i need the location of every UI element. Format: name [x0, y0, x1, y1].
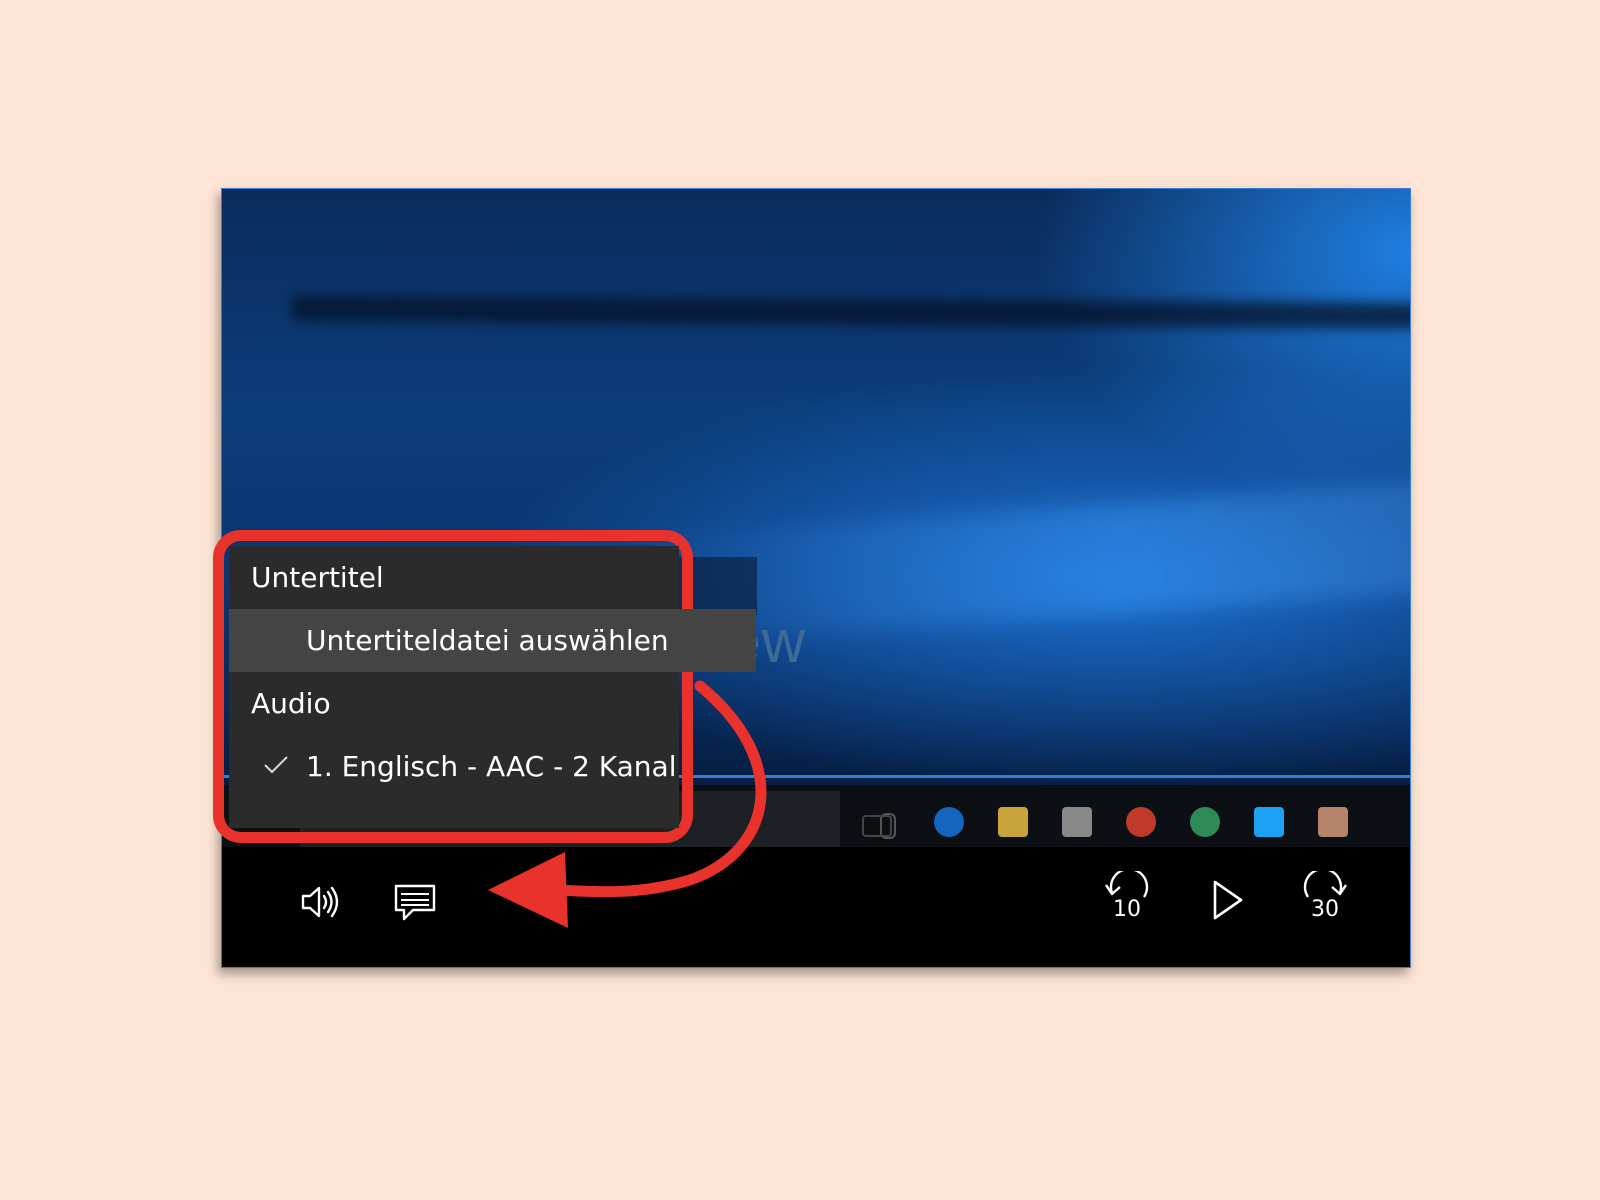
subtitles-header: Untertitel [251, 561, 384, 594]
audio-track-label: 1. Englisch - AAC - 2 Kanal [306, 750, 677, 783]
subtitles-audio-menu: Untertitel Untertiteldatei auswählen Aud… [229, 546, 756, 828]
audio-header: Audio [251, 687, 331, 720]
checkmark-icon [264, 756, 288, 774]
audio-track-item[interactable]: 1. Englisch - AAC - 2 Kanal [229, 735, 756, 798]
choose-subtitle-file-item[interactable]: Untertiteldatei auswählen [229, 609, 756, 672]
